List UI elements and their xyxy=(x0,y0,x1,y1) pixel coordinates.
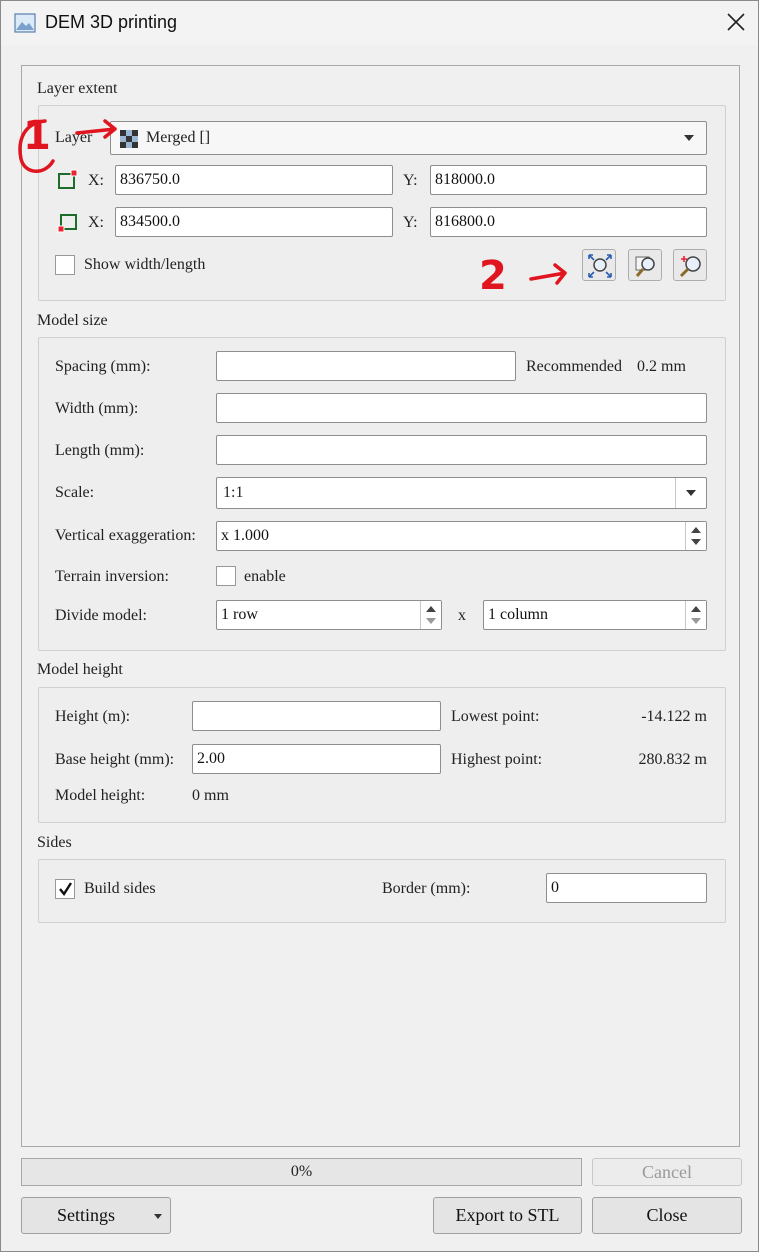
highest-point-value: 280.832 m xyxy=(638,751,707,768)
top-y-label: Y: xyxy=(403,172,418,189)
terrain-inversion-checkbox[interactable] xyxy=(216,566,236,586)
recommended-label: Recommended xyxy=(526,358,622,375)
bottom-left-x-field[interactable] xyxy=(115,207,393,237)
scale-combo[interactable]: 1:1 xyxy=(216,477,707,509)
bottom-left-corner-icon xyxy=(57,214,77,233)
width-field[interactable] xyxy=(216,393,707,423)
build-sides-label: Build sides xyxy=(84,880,156,897)
divide-model-label: Divide model: xyxy=(55,607,147,624)
sides-title: Sides xyxy=(37,834,72,851)
bottom-left-x-input[interactable] xyxy=(116,208,392,236)
zoom-layer-icon xyxy=(635,256,655,277)
dropdown-arrow-icon xyxy=(154,1214,162,1219)
border-input[interactable] xyxy=(547,874,706,902)
app-icon xyxy=(14,13,36,33)
vertical-exaggeration-label: Vertical exaggeration: xyxy=(55,527,196,544)
vertical-exaggeration-spin-arrows[interactable] xyxy=(685,522,706,550)
divide-rows-input[interactable] xyxy=(217,601,441,629)
border-field[interactable] xyxy=(546,873,707,903)
divide-columns-spinbox[interactable] xyxy=(483,600,707,630)
model-height-value: 0 mm xyxy=(192,787,229,804)
show-width-length-checkbox[interactable] xyxy=(55,255,75,275)
settings-button[interactable]: Settings xyxy=(21,1197,171,1234)
divide-columns-spin-arrows[interactable] xyxy=(685,601,706,629)
zoom-full-extent-icon xyxy=(588,254,612,278)
layer-extent-title: Layer extent xyxy=(37,80,118,97)
scale-label: Scale: xyxy=(55,484,95,501)
width-label: Width (mm): xyxy=(55,400,139,417)
bottom-x-label: X: xyxy=(88,214,104,231)
highest-point-label: Highest point: xyxy=(451,751,543,768)
recommended-value: 0.2 mm xyxy=(637,358,686,375)
length-input[interactable] xyxy=(217,436,706,464)
close-icon[interactable] xyxy=(723,9,749,35)
length-label: Length (mm): xyxy=(55,442,145,459)
chevron-down-icon[interactable] xyxy=(675,478,706,508)
divide-rows-spin-arrows[interactable] xyxy=(420,601,441,629)
spacing-label: Spacing (mm): xyxy=(55,358,151,375)
progress-bar: 0% xyxy=(21,1158,582,1186)
title-bar: DEM 3D printing xyxy=(1,1,758,45)
height-input[interactable] xyxy=(193,702,440,730)
terrain-inversion-enable-label: enable xyxy=(244,568,286,585)
spacing-input[interactable] xyxy=(217,352,515,380)
length-field[interactable] xyxy=(216,435,707,465)
vertical-exaggeration-input[interactable] xyxy=(217,522,706,550)
divide-x-label: x xyxy=(458,607,466,624)
dialog-window: DEM 3D printing Layer extent Layer Merge… xyxy=(0,0,759,1252)
zoom-full-extent-button[interactable] xyxy=(582,249,616,281)
base-height-input[interactable] xyxy=(193,745,440,773)
terrain-inversion-label: Terrain inversion: xyxy=(55,568,169,585)
lowest-point-value: -14.122 m xyxy=(641,708,707,725)
show-width-length-label: Show width/length xyxy=(84,256,206,273)
settings-label: Settings xyxy=(56,1205,115,1225)
layer-combo[interactable]: Merged [] xyxy=(110,121,707,155)
checkmark-icon xyxy=(59,882,73,897)
scale-value: 1:1 xyxy=(223,484,244,501)
zoom-to-layer-button[interactable] xyxy=(628,249,662,281)
model-height-label: Model height: xyxy=(55,787,146,804)
layer-value: Merged [] xyxy=(146,129,211,146)
divide-columns-input[interactable] xyxy=(484,601,706,629)
base-height-field[interactable] xyxy=(192,744,441,774)
vertical-exaggeration-spinbox[interactable] xyxy=(216,521,707,551)
chevron-down-icon xyxy=(684,135,694,141)
zoom-to-selection-button[interactable] xyxy=(673,249,707,281)
annotation-number-2: 2 xyxy=(479,253,507,299)
progress-text: 0% xyxy=(290,1163,313,1180)
bottom-left-y-field[interactable] xyxy=(430,207,707,237)
base-height-label: Base height (mm): xyxy=(55,751,175,768)
top-right-y-input[interactable] xyxy=(431,166,706,194)
build-sides-checkbox[interactable] xyxy=(55,879,75,899)
window-title: DEM 3D printing xyxy=(45,12,178,32)
height-field[interactable] xyxy=(192,701,441,731)
height-label: Height (m): xyxy=(55,708,131,725)
border-label: Border (mm): xyxy=(382,880,471,897)
top-right-x-field[interactable] xyxy=(115,165,393,195)
width-input[interactable] xyxy=(217,394,706,422)
zoom-select-icon xyxy=(679,256,701,278)
model-height-title: Model height xyxy=(37,661,123,678)
cancel-button[interactable]: Cancel xyxy=(592,1158,742,1186)
bottom-y-label: Y: xyxy=(403,214,418,231)
annotation-number-1: 1 xyxy=(23,113,51,159)
export-to-stl-button[interactable]: Export to STL xyxy=(433,1197,582,1234)
spacing-field[interactable] xyxy=(216,351,516,381)
bottom-left-y-input[interactable] xyxy=(431,208,706,236)
divide-rows-spinbox[interactable] xyxy=(216,600,442,630)
model-size-title: Model size xyxy=(37,312,108,329)
top-right-x-input[interactable] xyxy=(116,166,392,194)
lowest-point-label: Lowest point: xyxy=(451,708,540,725)
top-right-y-field[interactable] xyxy=(430,165,707,195)
close-button[interactable]: Close xyxy=(592,1197,742,1234)
